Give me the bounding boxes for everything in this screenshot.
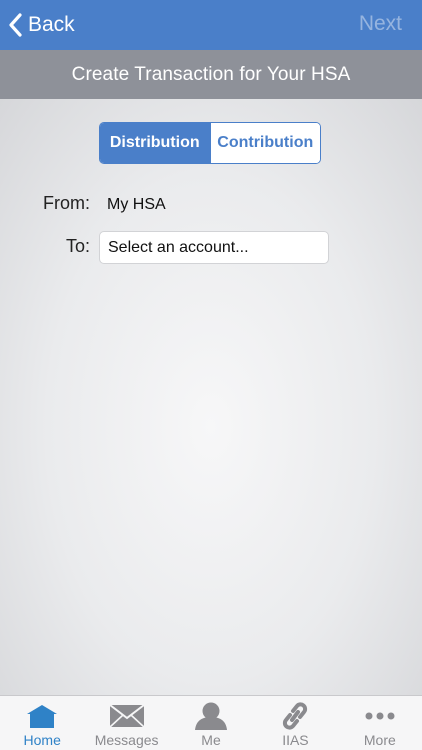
segment-contribution[interactable]: Contribution	[209, 123, 320, 163]
tab-me-label: Me	[201, 732, 221, 748]
navigation-bar: Back Next	[0, 0, 422, 50]
next-button[interactable]: Next	[359, 12, 402, 36]
tab-bar: Home Messages Me IIAS More	[0, 695, 422, 750]
home-icon	[25, 702, 59, 730]
tab-iias-label: IIAS	[282, 732, 309, 748]
back-button[interactable]: Back	[8, 8, 75, 42]
tab-more-label: More	[363, 732, 396, 748]
segment-distribution[interactable]: Distribution	[100, 123, 210, 163]
envelope-icon	[109, 702, 145, 730]
chevron-left-icon	[8, 13, 22, 37]
link-icon	[279, 702, 311, 730]
tab-more[interactable]: More	[338, 696, 422, 750]
tab-messages[interactable]: Messages	[84, 696, 168, 750]
person-icon	[194, 702, 228, 730]
from-label: From:	[43, 193, 90, 213]
back-label: Back	[28, 13, 75, 36]
tab-iias[interactable]: IIAS	[253, 696, 337, 750]
main-content: Distribution Contribution From: My HSA T…	[0, 99, 422, 695]
ellipsis-icon	[364, 702, 396, 730]
tab-home[interactable]: Home	[0, 696, 84, 750]
tab-home-label: Home	[23, 732, 61, 748]
to-label: To:	[65, 236, 90, 256]
from-account-value: My HSA	[107, 196, 166, 213]
tab-me[interactable]: Me	[169, 696, 253, 750]
transaction-type-segmented-control: Distribution Contribution	[99, 122, 321, 164]
to-account-select[interactable]: Select an account...	[99, 231, 329, 264]
page-title: Create Transaction for Your HSA	[0, 50, 422, 99]
tab-messages-label: Messages	[94, 732, 159, 748]
